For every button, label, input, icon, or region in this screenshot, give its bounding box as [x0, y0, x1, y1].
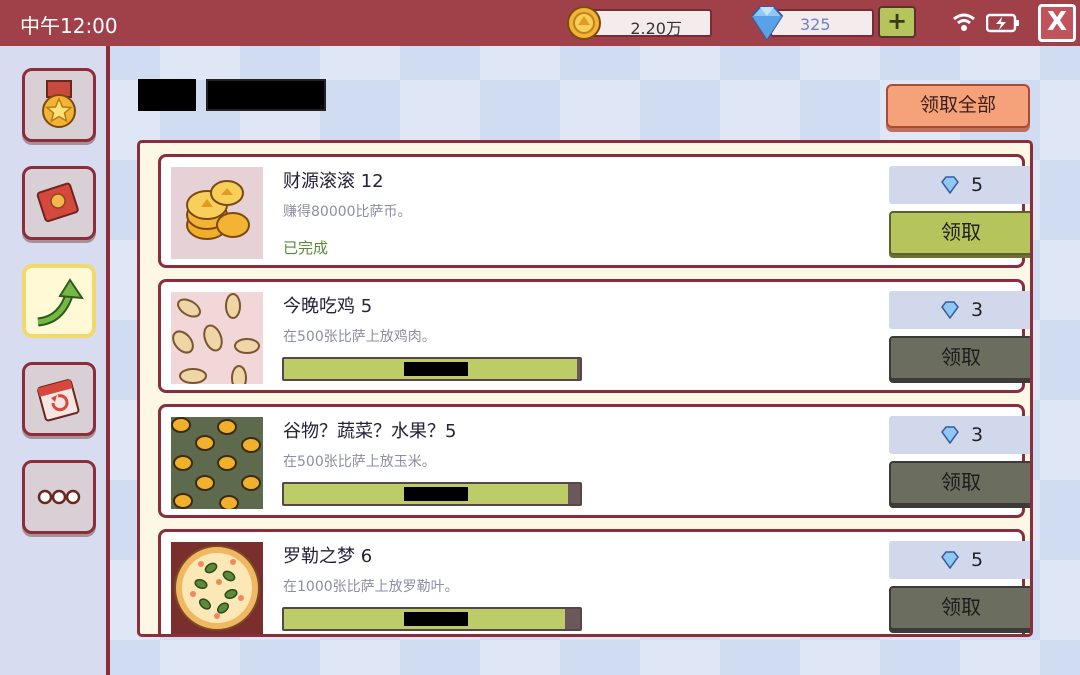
top-status-bar: 中午12:00 2.20万 325 + X: [0, 0, 1080, 46]
reward-badge: 5: [889, 166, 1030, 204]
calendar-icon: [37, 379, 80, 422]
reward-amount: 5: [971, 549, 984, 571]
coin-icon: [567, 6, 601, 40]
reward-badge: 3: [889, 416, 1030, 454]
coin-amount: 2.20万: [630, 19, 682, 38]
progress-bar: [282, 482, 582, 506]
progress-bar: [282, 357, 582, 381]
progress-label: [404, 487, 468, 501]
gem-icon: [941, 551, 959, 569]
claim-button[interactable]: 领取: [889, 586, 1030, 630]
achievement-description: 赚得80000比萨币。: [283, 204, 412, 220]
progress-bar: [282, 607, 582, 631]
corn-icon: [171, 417, 263, 509]
achievement-card: 财源滚滚 12 赚得80000比萨币。 已完成 5 领取: [158, 154, 1030, 268]
gem-icon: [941, 426, 959, 444]
reward-amount: 3: [971, 299, 984, 321]
more-icon: [37, 489, 81, 505]
achievement-description: 在500张比萨上放鸡肉。: [283, 329, 436, 345]
wifi-icon: [953, 13, 975, 31]
achievement-title: 今晚吃鸡 5: [283, 296, 373, 317]
claim-button[interactable]: 领取: [889, 461, 1030, 505]
reward-badge: 3: [889, 291, 1030, 329]
gem-amount: 325: [800, 15, 831, 34]
page-subtitle: [206, 79, 326, 111]
coin-balance: 2.20万: [586, 9, 712, 38]
progress-label: [404, 612, 468, 626]
sidebar-item-achievements[interactable]: [22, 68, 96, 142]
basil-pizza-icon: [171, 542, 263, 634]
buy-gems-button[interactable]: +: [878, 6, 916, 38]
battery-icon: [986, 13, 1019, 33]
achievement-card: 谷物？蔬菜？水果？5 在500张比萨上放玉米。 3 领取: [158, 404, 1030, 518]
achievement-description: 在1000张比萨上放罗勒叶。: [283, 579, 459, 595]
achievement-status: 已完成: [283, 239, 329, 257]
chicken-icon: [171, 292, 263, 384]
achievement-title: 财源滚滚 12: [283, 171, 384, 192]
page-title: [138, 79, 196, 111]
claim-button[interactable]: 领取: [889, 336, 1030, 380]
gem-icon: [941, 176, 959, 194]
sidebar-item-progress[interactable]: [22, 264, 96, 338]
progress-label: [404, 362, 468, 376]
reward-badge: 5: [889, 541, 1030, 579]
medal-icon: [42, 80, 76, 128]
close-button[interactable]: X: [1038, 4, 1076, 42]
sidebar-item-more[interactable]: [22, 460, 96, 534]
gem-icon: [750, 6, 784, 41]
sidebar-item-recipes[interactable]: [22, 166, 96, 240]
recipe-book-icon: [36, 182, 79, 223]
sidebar-item-daily[interactable]: [22, 362, 96, 436]
arrow-up-icon: [37, 278, 84, 327]
reward-amount: 3: [971, 424, 984, 446]
game-clock: 中午12:00: [20, 14, 118, 38]
achievement-card: 今晚吃鸡 5 在500张比萨上放鸡肉。 3 领取: [158, 279, 1030, 393]
achievement-list: 财源滚滚 12 赚得80000比萨币。 已完成 5 领取 今晚吃鸡 5 在500…: [137, 140, 1033, 637]
coins-icon: [171, 167, 263, 259]
gem-icon: [941, 301, 959, 319]
achievement-description: 在500张比萨上放玉米。: [283, 454, 436, 470]
claim-button[interactable]: 领取: [889, 211, 1030, 255]
sidebar: [0, 46, 110, 675]
achievement-title: 谷物？蔬菜？水果？5: [283, 421, 457, 442]
achievement-card: 罗勒之梦 6 在1000张比萨上放罗勒叶。 5 领取: [158, 529, 1030, 634]
claim-all-button[interactable]: 领取全部: [886, 84, 1030, 128]
achievement-title: 罗勒之梦 6: [283, 546, 373, 567]
reward-amount: 5: [971, 174, 984, 196]
